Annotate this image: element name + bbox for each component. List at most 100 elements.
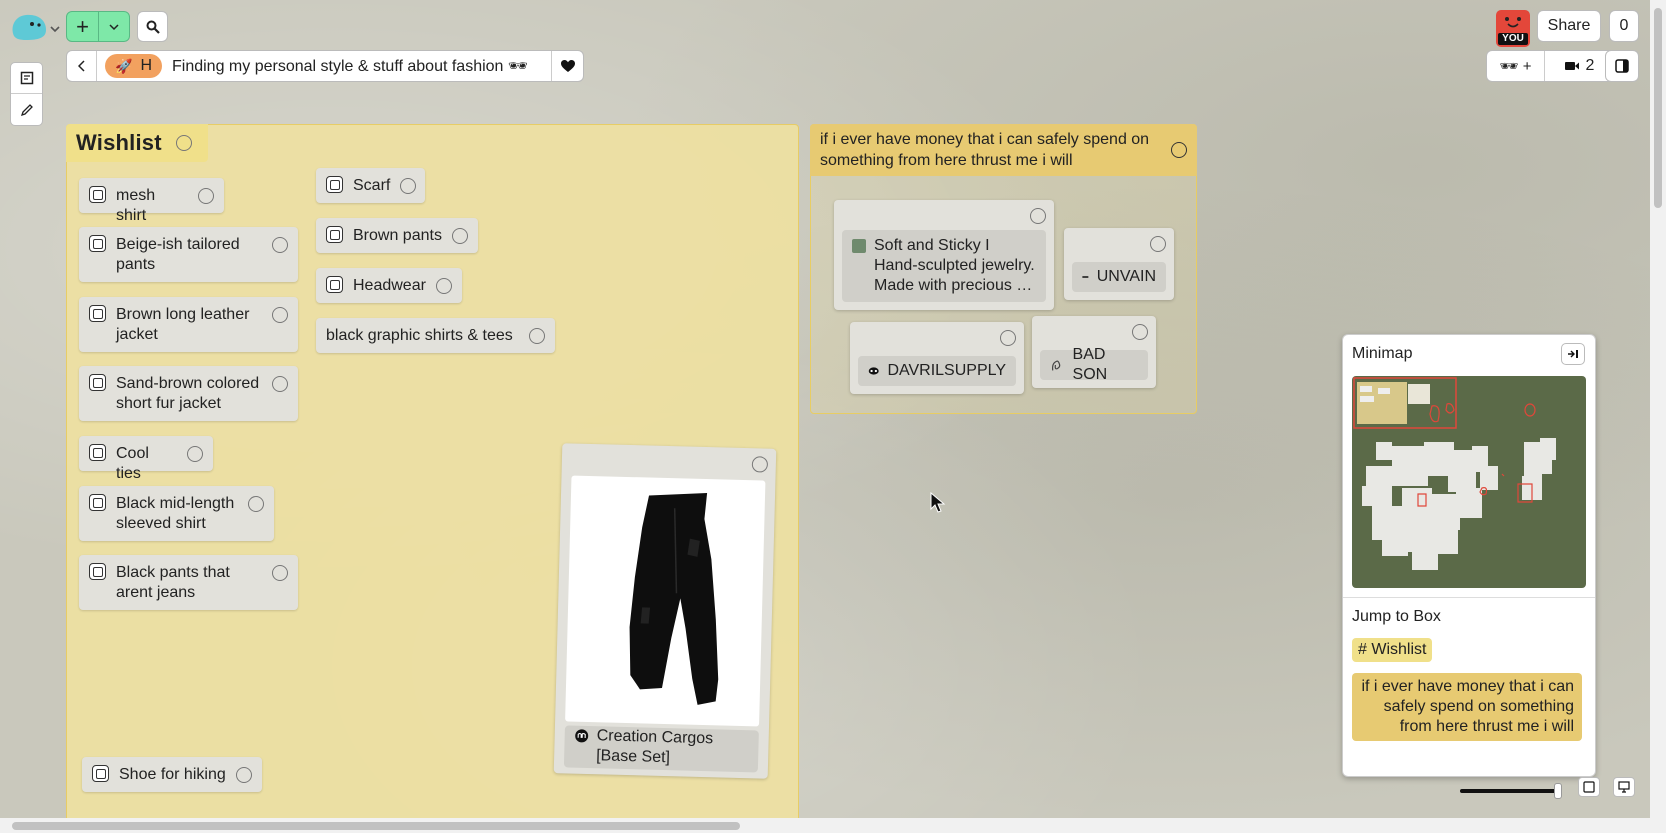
avatar-face-icon (1505, 17, 1521, 28)
list-item[interactable]: Cool ties (79, 436, 213, 482)
list-item[interactable]: Brown long leather jacket (79, 297, 298, 352)
link-card[interactable]: DAVRILSUPPLY (850, 322, 1024, 394)
link-preview[interactable]: UNVAIN (1072, 262, 1166, 292)
list-item[interactable]: Black mid-length sleeved shirt (79, 486, 274, 541)
select-circle[interactable] (272, 565, 288, 581)
select-circle[interactable] (198, 188, 214, 204)
money-box-title: if i ever have money that i can safely s… (820, 131, 1150, 169)
product-card[interactable]: Creation Cargos [Base Set] (553, 443, 777, 779)
minimap-canvas[interactable] (1352, 376, 1586, 588)
vertical-scrollbar[interactable] (1650, 0, 1666, 818)
list-item[interactable]: Sand-brown colored short fur jacket (79, 366, 298, 421)
link-favicon (852, 239, 866, 253)
select-circle[interactable] (1000, 330, 1016, 346)
select-circle[interactable] (236, 767, 252, 783)
present-button[interactable] (1613, 777, 1635, 797)
select-circle[interactable] (187, 446, 203, 462)
add-button[interactable]: + (67, 12, 99, 41)
select-circle[interactable] (436, 278, 452, 294)
sidebar-panel-icon (1615, 59, 1629, 73)
viewers-button[interactable]: 🕶 + (1487, 51, 1545, 81)
zoom-slider-thumb[interactable] (1554, 783, 1562, 799)
select-circle[interactable] (1132, 324, 1148, 340)
wishlist-header[interactable]: Wishlist (66, 124, 208, 162)
notes-tool[interactable] (11, 63, 42, 94)
viewer-tools: 🕶 + 2 (1486, 50, 1614, 82)
video-call-button[interactable]: 2 (1545, 57, 1613, 75)
list-item[interactable]: Black pants that arent jeans (79, 555, 298, 610)
sidebar-toggle-button[interactable] (1605, 50, 1639, 82)
link-card[interactable]: UNVAIN (1064, 228, 1174, 300)
checkbox[interactable] (89, 305, 106, 322)
list-item[interactable]: Beige-ish tailored pants (79, 227, 298, 282)
parent-board-chip[interactable]: 🚀 H (105, 54, 162, 78)
checkbox[interactable] (326, 176, 343, 193)
link-preview[interactable]: Soft and Sticky I Hand-sculpted jewelry.… (842, 230, 1046, 302)
link-card[interactable]: Soft and Sticky I Hand-sculpted jewelry.… (834, 200, 1054, 310)
checkbox[interactable] (89, 235, 106, 252)
list-item[interactable]: black graphic shirts & tees (316, 318, 555, 353)
monitor-icon (1618, 781, 1630, 793)
link-title: BAD SON (1072, 346, 1108, 383)
horizontal-scrollbar[interactable] (0, 818, 1666, 833)
select-circle[interactable] (529, 328, 545, 344)
money-box-header[interactable]: if i ever have money that i can safely s… (810, 124, 1197, 176)
wishlist-select-circle[interactable] (175, 135, 192, 151)
checkbox[interactable] (89, 186, 106, 203)
select-circle[interactable] (272, 376, 288, 392)
board-title[interactable]: Finding my personal style & stuff about … (172, 56, 551, 76)
pencil-icon (20, 103, 33, 116)
checkbox[interactable] (326, 276, 343, 293)
list-item[interactable]: Brown pants (316, 218, 478, 253)
wishlist-title: Wishlist (76, 130, 162, 155)
select-circle[interactable] (452, 228, 468, 244)
checkbox[interactable] (89, 494, 106, 511)
draw-tool[interactable] (11, 94, 42, 125)
share-count-badge[interactable]: 0 (1609, 10, 1639, 42)
list-item[interactable]: Shoe for hiking (82, 757, 262, 792)
minimap-drawing (1353, 377, 1556, 570)
add-options-button[interactable] (99, 12, 129, 41)
list-item[interactable]: mesh shirt (79, 178, 224, 224)
note-icon (20, 71, 33, 85)
minimap-collapse-button[interactable] (1561, 343, 1585, 365)
app-logo[interactable] (8, 10, 60, 42)
list-item[interactable]: Scarf (316, 168, 425, 203)
select-circle[interactable] (272, 307, 288, 323)
chevron-down-icon (109, 23, 119, 30)
favorite-button[interactable] (551, 51, 583, 81)
checkbox[interactable] (89, 563, 106, 580)
jump-box-money[interactable]: if i ever have money that i can safely s… (1352, 673, 1582, 741)
mouse-cursor-icon (930, 492, 946, 513)
search-button[interactable] (137, 11, 168, 42)
checkbox[interactable] (89, 374, 106, 391)
checkbox[interactable] (89, 444, 106, 461)
select-circle[interactable] (272, 237, 288, 253)
money-box-select-circle[interactable] (1171, 142, 1187, 158)
select-circle[interactable] (1030, 208, 1046, 224)
link-card[interactable]: BAD SON (1032, 316, 1156, 388)
share-button[interactable]: Share (1537, 10, 1601, 42)
list-item[interactable]: Headwear (316, 268, 462, 303)
video-camera-icon (1564, 62, 1579, 70)
select-circle[interactable] (751, 456, 769, 473)
product-title-bar[interactable]: Creation Cargos [Base Set] (563, 725, 759, 773)
back-button[interactable] (67, 51, 97, 81)
link-preview[interactable]: BAD SON (1040, 346, 1148, 383)
plus-icon: + (76, 13, 89, 39)
checkbox[interactable] (326, 226, 343, 243)
product-title: Creation Cargos [Base Set] (595, 727, 714, 767)
zoom-slider[interactable] (1460, 783, 1562, 799)
user-avatar[interactable]: YOU (1496, 10, 1530, 47)
link-preview[interactable]: DAVRILSUPPLY (858, 356, 1016, 386)
frame-icon (1583, 781, 1595, 793)
fit-view-button[interactable] (1578, 777, 1600, 797)
you-label: YOU (1498, 33, 1528, 45)
select-circle[interactable] (1150, 236, 1166, 252)
search-icon (146, 20, 160, 34)
select-circle[interactable] (400, 178, 417, 194)
jump-box-wishlist[interactable]: # Wishlist (1352, 638, 1433, 662)
checkbox[interactable] (92, 765, 109, 782)
brand-logo-icon (575, 729, 589, 743)
select-circle[interactable] (248, 496, 264, 512)
